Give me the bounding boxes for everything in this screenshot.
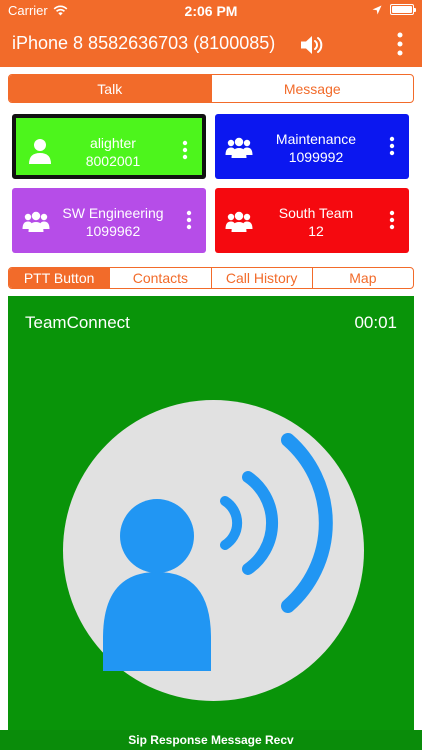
speaker-icon[interactable] — [299, 34, 323, 56]
tile-name: alighter — [90, 135, 136, 151]
status-right — [372, 4, 416, 15]
tab-call-history[interactable]: Call History — [210, 268, 312, 288]
group-icon — [22, 211, 50, 232]
group-tile-south-team[interactable]: South Team 12 — [215, 188, 409, 253]
talk-message-tabs: Talk Message — [8, 74, 414, 103]
ptt-panel: TeamConnect 00:01 — [8, 296, 414, 730]
tile-number: 1099962 — [85, 223, 141, 239]
tile-number: 1099992 — [288, 149, 344, 165]
nav-bar: iPhone 8 8582636703 (8100085) — [0, 22, 422, 67]
more-vertical-icon[interactable] — [396, 32, 404, 56]
ptt-target-name: TeamConnect — [25, 313, 130, 332]
contact-tile-alighter[interactable]: alighter 8002001 — [12, 114, 206, 179]
group-icon — [225, 211, 253, 232]
more-vertical-icon[interactable] — [182, 140, 188, 160]
tab-message[interactable]: Message — [210, 75, 414, 102]
tile-name: Maintenance — [275, 131, 357, 147]
group-icon — [225, 137, 253, 158]
more-vertical-icon[interactable] — [389, 210, 395, 230]
group-tile-maintenance[interactable]: Maintenance 1099992 — [215, 114, 409, 179]
tab-map[interactable]: Map — [311, 268, 413, 288]
clock: 2:06 PM — [184, 3, 238, 19]
person-speaking-icon — [103, 433, 333, 671]
tab-ptt-button[interactable]: PTT Button — [9, 268, 110, 288]
tile-name: South Team — [278, 205, 354, 221]
status-bar: Carrier 2:06 PM — [0, 0, 422, 22]
location-icon — [372, 5, 382, 14]
ptt-section-tabs: PTT Button Contacts Call History Map — [8, 267, 414, 289]
tab-talk[interactable]: Talk — [9, 75, 211, 102]
tab-contacts[interactable]: Contacts — [109, 268, 210, 288]
battery-icon — [390, 4, 416, 15]
more-vertical-icon[interactable] — [389, 136, 395, 156]
page-title: iPhone 8 8582636703 (8100085) — [12, 33, 276, 53]
tile-name: SW Engineering — [62, 205, 164, 221]
tile-number: 12 — [308, 223, 324, 239]
bottom-status-bar: Sip Response Message Recv — [0, 730, 422, 750]
group-tile-sw-engineering[interactable]: SW Engineering 1099962 — [12, 188, 206, 253]
ptt-timer: 00:01 — [354, 313, 397, 332]
ptt-button[interactable] — [63, 400, 364, 701]
tile-number: 8002001 — [85, 153, 141, 169]
person-icon — [29, 139, 51, 164]
more-vertical-icon[interactable] — [186, 210, 192, 230]
